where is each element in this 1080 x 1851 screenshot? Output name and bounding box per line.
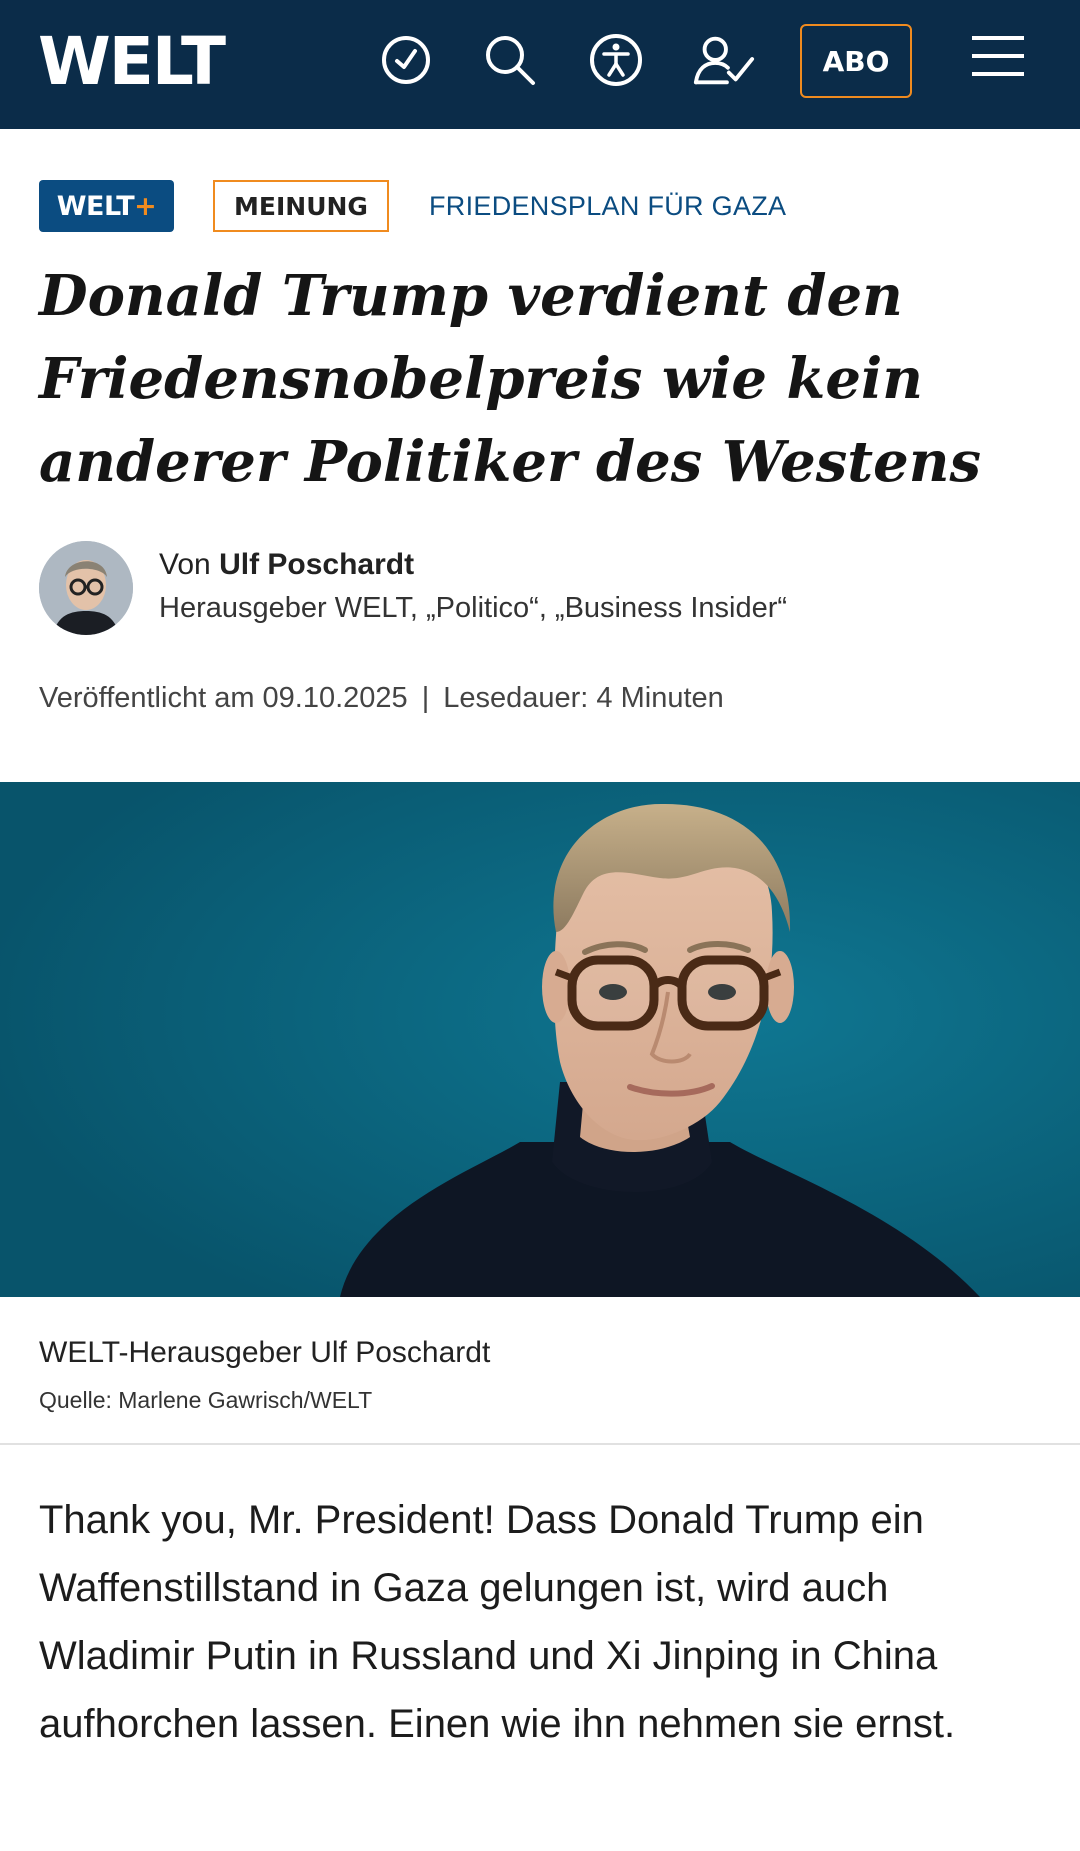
meinung-tag[interactable]: MEINUNG xyxy=(213,180,389,232)
author-prefix: Von xyxy=(159,548,211,581)
image-caption: WELT-Herausgeber Ulf Poschardt xyxy=(39,1336,491,1369)
article-meta: Veröffentlicht am 09.10.2025 | Lesedauer: … xyxy=(39,682,724,715)
menu-icon[interactable] xyxy=(970,32,1034,92)
meta-separator: | xyxy=(421,682,430,714)
abo-button[interactable]: ABO xyxy=(800,24,912,98)
search-icon[interactable] xyxy=(478,28,542,92)
user-check-icon[interactable] xyxy=(692,28,756,92)
author-name-link[interactable]: Ulf Poschardt xyxy=(219,548,414,581)
publish-date: Veröffentlicht am 09.10.2025 xyxy=(39,682,408,714)
welt-plus-sign: + xyxy=(134,190,157,222)
article-headline: Donald Trump verdient den Friedensnobelp… xyxy=(39,263,982,495)
author-byline: Von Ulf Poschardt xyxy=(159,548,414,582)
image-source: Quelle: Marlene Gawrisch/WELT xyxy=(39,1387,373,1413)
image-caption-box xyxy=(0,1297,1080,1445)
article-lead-paragraph: Thank you, Mr. President! Dass Donald Tr… xyxy=(39,1498,956,1746)
author-role: Herausgeber WELT, „Politico“, „Business … xyxy=(159,592,788,624)
welt-logo[interactable]: WELT xyxy=(38,26,226,98)
article-tags: WELT + MEINUNG FRIEDENSPLAN FÜR GAZA xyxy=(39,180,786,232)
top-navigation-bar: WELT ABO xyxy=(0,0,1080,129)
article-hero-image[interactable] xyxy=(0,782,1080,1297)
read-time: Lesedauer: 4 Minuten xyxy=(443,682,724,714)
welt-plus-badge[interactable]: WELT + xyxy=(39,180,174,232)
clock-icon[interactable] xyxy=(374,28,438,92)
author-avatar[interactable] xyxy=(39,541,133,635)
topic-link[interactable]: FRIEDENSPLAN FÜR GAZA xyxy=(429,191,786,222)
accessibility-icon[interactable] xyxy=(584,28,648,92)
welt-plus-text: WELT xyxy=(56,190,135,222)
